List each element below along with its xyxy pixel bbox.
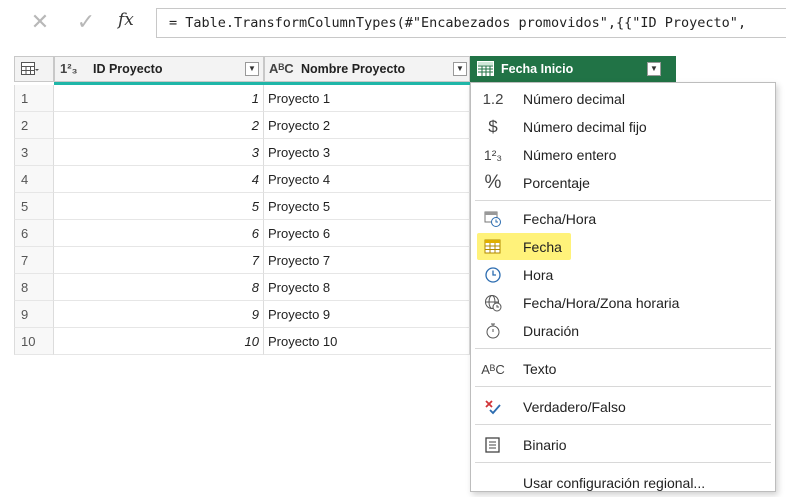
data-type-menu: 1.2 Número decimal $ Número decimal fijo… bbox=[470, 82, 776, 492]
column-label: ID Proyecto bbox=[93, 62, 163, 76]
confirm-icon[interactable]: ✓ bbox=[72, 8, 100, 36]
cancel-icon[interactable]: ✕ bbox=[26, 8, 54, 36]
cell-nombre-proyecto[interactable]: Proyecto 8 bbox=[264, 274, 470, 301]
menu-item-label: Usar configuración regional... bbox=[523, 475, 706, 491]
column-label: Fecha Inicio bbox=[501, 62, 574, 76]
datetime-icon bbox=[481, 205, 505, 233]
menu-separator bbox=[475, 462, 771, 463]
cell-id-proyecto[interactable]: 4 bbox=[54, 166, 264, 193]
menu-item-label: Texto bbox=[523, 361, 557, 377]
menu-item-label: Fecha/Hora bbox=[523, 211, 597, 227]
column-header-nombre-proyecto[interactable]: AᴮC Nombre Proyecto ▼ bbox=[264, 56, 470, 82]
calendar-icon[interactable] bbox=[477, 61, 495, 77]
calendar-icon bbox=[481, 233, 505, 261]
whole-number-icon: 1²₃ bbox=[483, 147, 503, 163]
menu-separator bbox=[475, 386, 771, 387]
column-header-fecha-inicio[interactable]: Fecha Inicio ▼ bbox=[470, 56, 676, 82]
stopwatch-icon bbox=[481, 317, 505, 345]
menu-item-label: Hora bbox=[523, 267, 554, 283]
cell-id-proyecto[interactable]: 5 bbox=[54, 193, 264, 220]
cell-id-proyecto[interactable]: 8 bbox=[54, 274, 264, 301]
row-number[interactable]: 9 bbox=[14, 301, 54, 328]
formula-bar: ✕ ✓ fx = Table.TransformColumnTypes(#"En… bbox=[0, 0, 786, 48]
row-number[interactable]: 8 bbox=[14, 274, 54, 301]
clock-icon bbox=[481, 261, 505, 289]
menu-separator bbox=[475, 348, 771, 349]
check-x-icon bbox=[481, 393, 505, 421]
menu-item-porcentaje[interactable]: % Porcentaje bbox=[471, 169, 775, 197]
table-menu-button[interactable] bbox=[14, 56, 54, 82]
column-filter-button[interactable]: ▼ bbox=[647, 62, 661, 76]
text-type-icon[interactable]: AᴮC bbox=[269, 61, 294, 76]
menu-separator bbox=[475, 424, 771, 425]
menu-item-fecha-hora[interactable]: Fecha/Hora bbox=[471, 205, 775, 233]
cell-nombre-proyecto[interactable]: Proyecto 1 bbox=[264, 85, 470, 112]
row-number[interactable]: 7 bbox=[14, 247, 54, 274]
formula-input[interactable]: = Table.TransformColumnTypes(#"Encabezad… bbox=[156, 8, 786, 38]
menu-separator bbox=[475, 200, 771, 201]
currency-icon: $ bbox=[488, 117, 498, 136]
cell-id-proyecto[interactable]: 7 bbox=[54, 247, 264, 274]
menu-item-numero-entero[interactable]: 1²₃ Número entero bbox=[471, 141, 775, 169]
menu-item-configuracion-regional[interactable]: Usar configuración regional... bbox=[471, 469, 775, 497]
menu-item-label: Número decimal fijo bbox=[523, 119, 647, 135]
row-number[interactable]: 6 bbox=[14, 220, 54, 247]
cell-nombre-proyecto[interactable]: Proyecto 4 bbox=[264, 166, 470, 193]
menu-item-label: Fecha bbox=[523, 239, 562, 255]
menu-item-texto[interactable]: AᴮC Texto bbox=[471, 355, 775, 383]
menu-item-label: Número entero bbox=[523, 147, 617, 163]
menu-item-numero-decimal[interactable]: 1.2 Número decimal bbox=[471, 85, 775, 113]
cell-id-proyecto[interactable]: 2 bbox=[54, 112, 264, 139]
cell-nombre-proyecto[interactable]: Proyecto 2 bbox=[264, 112, 470, 139]
menu-item-label: Porcentaje bbox=[523, 175, 590, 191]
cell-id-proyecto[interactable]: 10 bbox=[54, 328, 264, 355]
menu-item-hora[interactable]: Hora bbox=[471, 261, 775, 289]
percent-icon: % bbox=[484, 172, 502, 193]
cell-nombre-proyecto[interactable]: Proyecto 9 bbox=[264, 301, 470, 328]
cell-nombre-proyecto[interactable]: Proyecto 6 bbox=[264, 220, 470, 247]
decimal-number-icon: 1.2 bbox=[482, 90, 504, 108]
row-number[interactable]: 10 bbox=[14, 328, 54, 355]
column-filter-button[interactable]: ▼ bbox=[453, 62, 467, 76]
column-label: Nombre Proyecto bbox=[301, 62, 406, 76]
menu-item-label: Duración bbox=[523, 323, 580, 339]
table-icon bbox=[21, 62, 39, 75]
menu-item-fecha[interactable]: Fecha bbox=[471, 233, 775, 261]
menu-item-binario[interactable]: Binario bbox=[471, 431, 775, 459]
globe-clock-icon bbox=[481, 289, 505, 317]
text-type-icon: AᴮC bbox=[481, 361, 505, 377]
cell-nombre-proyecto[interactable]: Proyecto 7 bbox=[264, 247, 470, 274]
menu-item-numero-decimal-fijo[interactable]: $ Número decimal fijo bbox=[471, 113, 775, 141]
menu-item-duracion[interactable]: Duración bbox=[471, 317, 775, 345]
menu-item-label: Fecha/Hora/Zona horaria bbox=[523, 295, 680, 311]
cell-id-proyecto[interactable]: 9 bbox=[54, 301, 264, 328]
row-number[interactable]: 1 bbox=[14, 85, 54, 112]
row-number[interactable]: 2 bbox=[14, 112, 54, 139]
column-header-id-proyecto[interactable]: 1²₃ ID Proyecto ▼ bbox=[54, 56, 264, 82]
binary-icon bbox=[481, 431, 505, 459]
column-filter-button[interactable]: ▼ bbox=[245, 62, 259, 76]
cell-id-proyecto[interactable]: 6 bbox=[54, 220, 264, 247]
row-number[interactable]: 5 bbox=[14, 193, 54, 220]
menu-item-label: Verdadero/Falso bbox=[523, 399, 626, 415]
cell-id-proyecto[interactable]: 3 bbox=[54, 139, 264, 166]
fx-icon[interactable]: fx bbox=[118, 10, 134, 30]
menu-item-fecha-hora-zona[interactable]: Fecha/Hora/Zona horaria bbox=[471, 289, 775, 317]
menu-item-verdadero-falso[interactable]: Verdadero/Falso bbox=[471, 393, 775, 421]
cell-nombre-proyecto[interactable]: Proyecto 10 bbox=[264, 328, 470, 355]
row-number[interactable]: 4 bbox=[14, 166, 54, 193]
cell-nombre-proyecto[interactable]: Proyecto 5 bbox=[264, 193, 470, 220]
menu-item-label: Número decimal bbox=[523, 91, 625, 107]
cell-id-proyecto[interactable]: 1 bbox=[54, 85, 264, 112]
whole-number-type-icon[interactable]: 1²₃ bbox=[60, 61, 78, 76]
row-number[interactable]: 3 bbox=[14, 139, 54, 166]
menu-item-label: Binario bbox=[523, 437, 567, 453]
cell-nombre-proyecto[interactable]: Proyecto 3 bbox=[264, 139, 470, 166]
